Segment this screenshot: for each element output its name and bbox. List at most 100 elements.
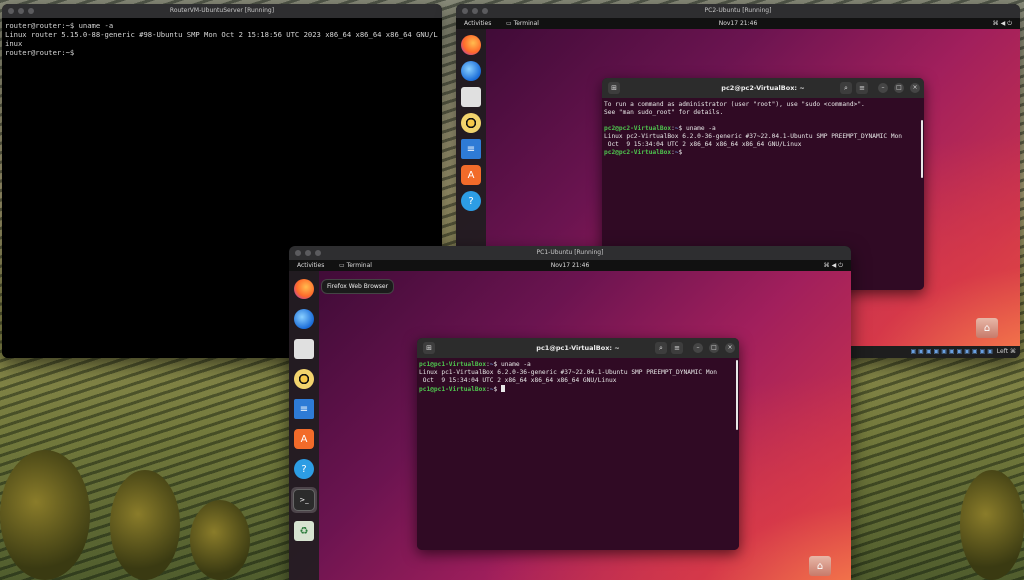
home-folder-icon[interactable]: ⌂ [809,556,831,576]
terminal-body[interactable]: pc1@pc1-VirtualBox:~$ uname -a Linux pc1-… [417,358,739,550]
firefox-icon[interactable] [294,279,314,299]
thunderbird-icon[interactable] [294,309,314,329]
close-dot[interactable] [8,8,14,14]
gnome-topbar: Activities ▭ Terminal Nov17 21:46 ⌘◀⏻ [456,18,1020,29]
pc1-vm-titlebar[interactable]: PC1-Ubuntu [Running] [289,246,851,260]
minimize-dot[interactable] [305,250,311,256]
home-folder-icon[interactable]: ⌂ [976,318,998,338]
system-tray[interactable]: ⌘◀⏻ [993,18,1014,29]
prompt-path: ~ [674,149,679,156]
zoom-dot[interactable] [482,8,488,14]
pc1-vm-window[interactable]: PC1-Ubuntu [Running] Activities ▭ Termin… [289,246,851,580]
terminal-line: Oct 9 15:34:04 UTC 2 x86_64 x86_64 x86_6… [419,377,617,384]
host-key-label: Left ⌘ [996,348,1016,355]
zoom-dot[interactable] [28,8,34,14]
rhythmbox-icon[interactable] [461,113,481,133]
pc1-desktop: Activities ▭ Terminal Nov17 21:46 ⌘◀⏻ ≡ … [289,260,851,580]
close-icon[interactable]: × [725,343,735,353]
minimize-icon[interactable]: – [693,343,703,353]
minimize-dot[interactable] [472,8,478,14]
activities-button[interactable]: Activities [464,18,491,29]
menu-icon[interactable]: ≡ [856,82,868,94]
console-line: router@router:~$ [5,48,79,57]
terminal-line: pc1@pc1-VirtualBox:~$ [419,385,737,394]
network-icon: ⌘ [992,20,1001,27]
prompt-path: ~ [489,386,494,393]
firefox-icon[interactable] [461,35,481,55]
new-tab-icon[interactable]: ⊞ [423,342,435,354]
search-icon[interactable]: ⌕ [840,82,852,94]
prompt-user: pc1@pc1-VirtualBox [419,361,487,368]
clock[interactable]: Nov17 21:46 [719,18,758,29]
close-dot[interactable] [462,8,468,14]
scrollbar[interactable] [921,120,923,178]
app-menu-label: Terminal [513,20,539,27]
terminal-line: Linux pc1-VirtualBox 6.2.0-36-generic #3… [419,369,718,376]
close-dot[interactable] [295,250,301,256]
app-center-icon[interactable]: A [461,165,481,185]
terminal-icon[interactable]: >_ [293,489,315,511]
close-icon[interactable]: × [910,83,920,93]
terminal-line: pc1@pc1-VirtualBox:~$ uname -a [419,361,531,368]
app-menu[interactable]: ▭ Terminal [339,260,372,271]
minimize-dot[interactable] [18,8,24,14]
rhythmbox-icon[interactable] [294,369,314,389]
window-controls[interactable] [462,8,488,14]
tree [960,470,1024,580]
search-icon[interactable]: ⌕ [655,342,667,354]
system-tray[interactable]: ⌘◀⏻ [824,260,845,271]
terminal-line: To run a command as administrator (user … [604,101,865,108]
prompt-path: ~ [489,361,494,368]
writer-icon[interactable]: ≡ [461,139,481,159]
app-center-icon[interactable]: A [294,429,314,449]
maximize-icon[interactable]: □ [894,83,904,93]
menu-icon[interactable]: ≡ [671,342,683,354]
command-text: uname -a [685,125,716,132]
terminal-title: pc2@pc2-VirtualBox: ~ [721,84,805,92]
pc1-vm-title: PC1-Ubuntu [Running] [536,249,604,256]
dock: ≡ A ? >_ ♻ [289,271,319,580]
terminal-headerbar[interactable]: ⊞ pc2@pc2-VirtualBox: ~ ⌕ ≡ – □ × [602,78,924,98]
thunderbird-icon[interactable] [461,61,481,81]
router-vm-titlebar[interactable]: RouterVM-UbuntuServer [Running] [2,4,442,18]
help-icon[interactable]: ? [461,191,481,211]
terminal-title: pc1@pc1-VirtualBox: ~ [536,344,620,352]
window-controls[interactable] [8,8,34,14]
trash-icon[interactable]: ♻ [294,521,314,541]
app-menu-label: Terminal [346,262,372,269]
vm-status-icons[interactable]: ▣▣▣▣▣▣▣▣▣▣▣ [911,346,995,358]
pc1-terminal-window[interactable]: ⊞ pc1@pc1-VirtualBox: ~ ⌕ ≡ – □ × pc1@pc… [417,338,739,550]
window-controls[interactable] [295,250,321,256]
terminal-line: pc2@pc2-VirtualBox:~$ [604,149,686,156]
zoom-dot[interactable] [315,250,321,256]
prompt-user: pc2@pc2-VirtualBox [604,149,672,156]
terminal-line: See "man sudo_root" for details. [604,109,724,116]
new-tab-icon[interactable]: ⊞ [608,82,620,94]
terminal-line: Linux pc2-VirtualBox 6.2.0-36-generic #3… [604,133,903,140]
minimize-icon[interactable]: – [878,83,888,93]
activities-button[interactable]: Activities [297,260,324,271]
help-icon[interactable]: ? [294,459,314,479]
pc2-vm-titlebar[interactable]: PC2-Ubuntu [Running] [456,4,1020,18]
prompt-user: pc2@pc2-VirtualBox [604,125,672,132]
scrollbar[interactable] [736,360,738,430]
console-line: Linux router 5.15.0-88-generic #98-Ubunt… [5,30,438,39]
maximize-icon[interactable]: □ [709,343,719,353]
firefox-tooltip: Firefox Web Browser [321,279,395,294]
dock-active-item[interactable]: >_ [291,487,317,513]
text-cursor [500,385,505,392]
pc2-vm-title: PC2-Ubuntu [Running] [704,7,772,14]
app-menu[interactable]: ▭ Terminal [506,18,539,29]
files-icon[interactable] [294,339,314,359]
terminal-headerbar[interactable]: ⊞ pc1@pc1-VirtualBox: ~ ⌕ ≡ – □ × [417,338,739,358]
clock[interactable]: Nov17 21:46 [551,260,590,271]
tree [0,450,90,580]
tree [110,470,180,580]
files-icon[interactable] [461,87,481,107]
writer-icon[interactable]: ≡ [294,399,314,419]
terminal-line: Oct 9 15:34:04 UTC 2 x86_64 x86_64 x86_6… [604,141,802,148]
console-line: inux [5,39,23,48]
network-icon: ⌘ [823,262,832,269]
tree [190,500,250,580]
prompt-path: ~ [674,125,679,132]
